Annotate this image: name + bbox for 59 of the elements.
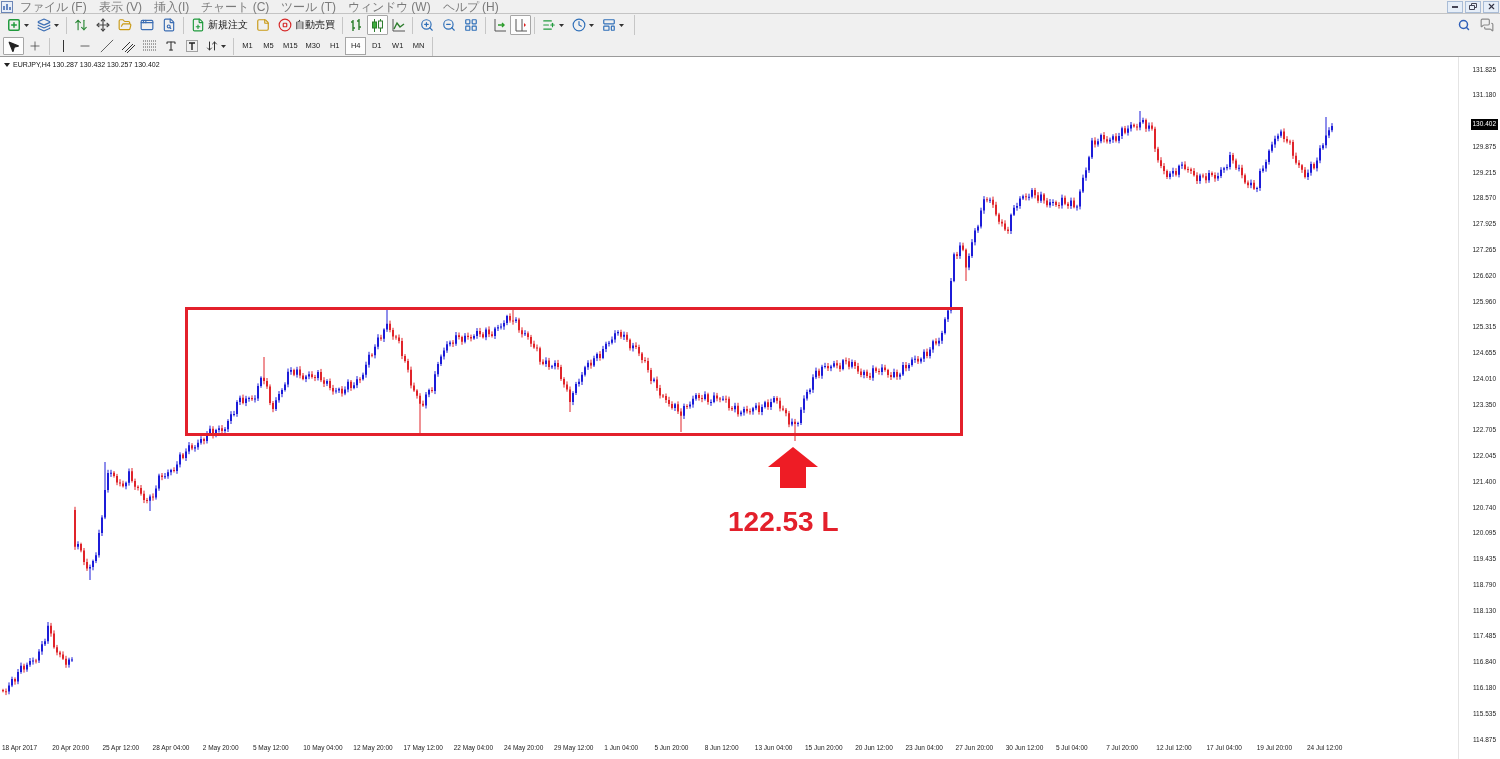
vertical-line-icon — [62, 40, 65, 52]
plus-square-icon — [7, 18, 21, 32]
dropdown-triangle-icon — [4, 62, 10, 67]
channel-icon — [122, 39, 135, 53]
file-plus-icon — [191, 18, 205, 32]
grid-icon — [464, 18, 478, 32]
new-order-button[interactable]: 新規注文 — [187, 15, 252, 35]
stop-circle-icon — [278, 18, 292, 32]
annotation-label: 122.53 L — [728, 508, 839, 536]
shift-marker-icon — [514, 18, 527, 32]
folder-icon — [118, 18, 132, 32]
zoom-out-icon — [442, 18, 456, 32]
up-down-arrows-icon — [74, 18, 88, 32]
menu-item[interactable]: ファイル (F) — [20, 0, 87, 13]
cursor-button[interactable] — [3, 37, 24, 55]
line-chart-icon — [392, 18, 405, 32]
chart-shift-button[interactable] — [510, 15, 531, 35]
cursor-icon — [7, 39, 20, 53]
close-icon — [1486, 2, 1496, 11]
minimize-icon — [1452, 5, 1458, 8]
menu-item[interactable]: ツール (T) — [281, 0, 336, 13]
menu-item[interactable]: ヘルプ (H) — [442, 0, 499, 13]
caret-icon — [54, 23, 59, 27]
template-icon — [602, 18, 616, 32]
scroll-arrow-icon — [493, 18, 506, 32]
trend-line-icon — [100, 39, 114, 53]
menu-item[interactable]: チャート (C) — [201, 0, 270, 13]
file-search-icon — [162, 18, 176, 32]
text-icon — [164, 40, 177, 52]
ohlc-bars-icon — [350, 18, 363, 32]
four-way-arrows-icon — [96, 18, 110, 32]
caret-icon — [24, 23, 29, 27]
menu-item[interactable]: 表示 (V) — [98, 0, 142, 13]
minimize-button[interactable] — [1447, 0, 1463, 13]
candlestick-chart-button[interactable] — [367, 15, 388, 35]
caret-icon — [619, 23, 624, 27]
crosshair-icon — [28, 39, 42, 53]
chat-icon[interactable] — [1480, 18, 1494, 32]
caret-icon — [221, 44, 226, 48]
clock-icon — [572, 18, 586, 32]
menu-item[interactable]: 挿入(I) — [154, 0, 190, 13]
close-button[interactable] — [1483, 0, 1499, 13]
list-plus-icon — [542, 18, 556, 32]
up-arrow — [768, 447, 818, 488]
arrows-icon — [206, 40, 218, 52]
auto-trading-button[interactable]: 自動売買 — [274, 15, 339, 35]
note-pad-icon — [256, 18, 270, 32]
search-icon[interactable] — [1458, 19, 1470, 31]
restore-button[interactable] — [1465, 0, 1481, 13]
text-label-icon — [185, 40, 198, 52]
caret-icon — [559, 23, 564, 27]
caret-icon — [589, 23, 594, 27]
restore-icon — [1469, 3, 1477, 10]
window-panel-icon — [140, 18, 154, 32]
layers-icon — [37, 18, 51, 32]
zoom-in-icon — [420, 18, 434, 32]
candlestick-icon — [371, 18, 384, 32]
menu-item[interactable]: ウィンドウ (W) — [348, 0, 431, 13]
fibonacci-icon — [143, 40, 156, 52]
